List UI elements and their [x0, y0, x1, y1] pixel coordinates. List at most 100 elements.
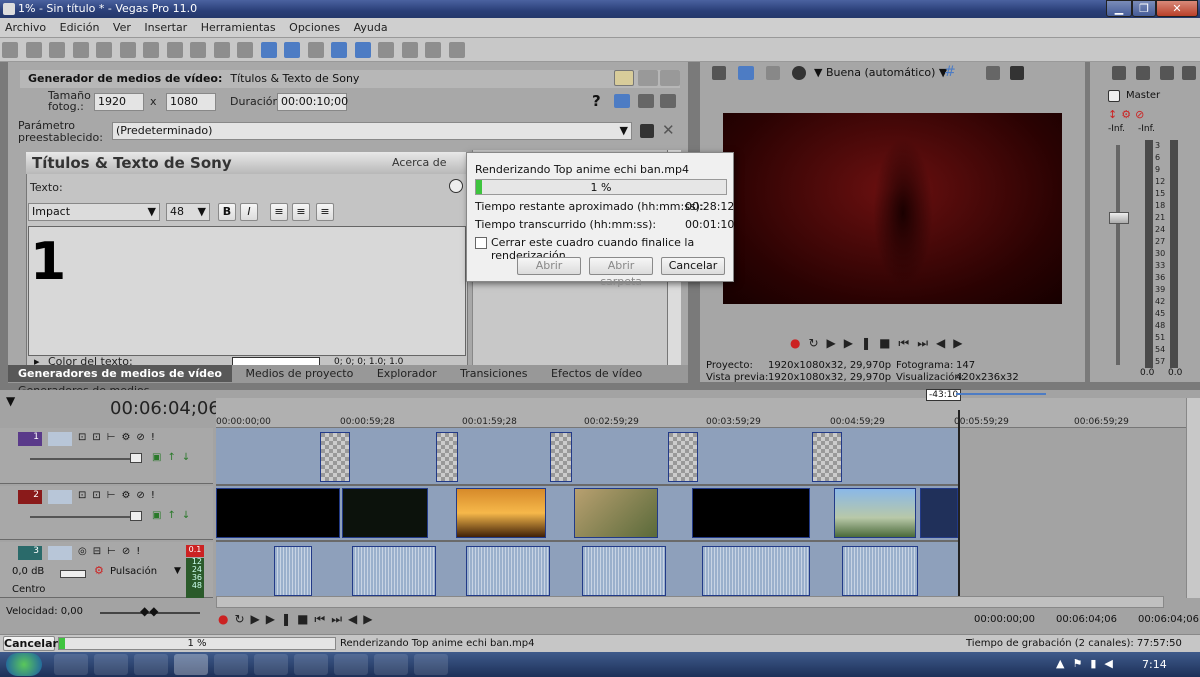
snapping-icon[interactable] [354, 42, 371, 58]
copy-snapshot-icon[interactable] [986, 66, 1000, 80]
selection-start[interactable]: 00:00:00;00 [974, 614, 1035, 625]
video-event-clip[interactable] [692, 488, 810, 538]
taskbar-vegas-icon[interactable] [174, 654, 208, 675]
time-ruler[interactable]: -43:10 00:00:00;00 00:00:59;28 00:01:59;… [216, 389, 1186, 428]
video-event-clip[interactable] [216, 488, 340, 538]
timeline-pause-icon[interactable]: ❚ [281, 612, 297, 626]
track-1-controls[interactable]: ⊡⊡⊢⚙⊘! [78, 432, 161, 443]
overlays-icon[interactable]: # [944, 64, 956, 80]
timeline-start-icon[interactable]: ⏮ [314, 612, 331, 626]
preset-dropdown[interactable]: (Predeterminado) ▼ [112, 122, 632, 140]
track-number-3[interactable]: 3 [18, 546, 42, 560]
go-to-end-icon[interactable]: ⏭ [917, 336, 936, 350]
taskbar-photoshop-icon[interactable] [254, 654, 288, 675]
track-number-1[interactable]: 1 [18, 432, 42, 446]
maximize-button[interactable]: ❐ [1132, 0, 1156, 17]
open-folder-button[interactable]: Abrir carpeta [589, 257, 653, 288]
timeline-play-start-icon[interactable]: ▶ [251, 612, 266, 626]
tab-explorer[interactable]: Explorador [367, 365, 447, 382]
loop-icon[interactable]: ↻ [808, 336, 826, 350]
track-3-controls[interactable]: ◎⊟⊢⊘! [78, 546, 146, 557]
audio-event-clip[interactable] [274, 546, 312, 596]
mixer-menu-icon[interactable] [1182, 66, 1196, 80]
ignore-grouping-icon[interactable] [425, 42, 441, 58]
empty-timeline-region[interactable] [960, 428, 1186, 598]
selection-end[interactable]: 00:06:04;06 [1056, 614, 1117, 625]
close-when-done-checkbox[interactable] [475, 237, 487, 249]
split-screen-icon[interactable] [792, 66, 806, 80]
timeline-play-icon[interactable]: ▶ [266, 612, 281, 626]
timeline-prev-frame-icon[interactable]: ◀ [348, 612, 363, 626]
timeline-loop-icon[interactable]: ↻ [234, 612, 250, 626]
envelope-tool-icon[interactable] [284, 42, 300, 58]
pause-icon[interactable]: ❚ [861, 336, 879, 350]
tab-video-fx[interactable]: Efectos de vídeo [541, 365, 652, 382]
keyframe-icon[interactable] [614, 94, 630, 108]
taskbar-messenger-icon[interactable] [414, 654, 448, 675]
master-fx-icons[interactable]: ↕⚙⊘ [1108, 108, 1148, 121]
menu-herramientas[interactable]: Herramientas [196, 18, 281, 37]
delete-preset-icon[interactable]: ✕ [662, 121, 675, 139]
timeline-menu-icon[interactable]: ▼ [6, 394, 15, 408]
track-1-level-slider[interactable] [30, 458, 140, 460]
whats-this-help-icon[interactable] [448, 42, 465, 58]
align-left-icon[interactable]: ≡ [270, 203, 288, 221]
menu-edicion[interactable]: Edición [55, 18, 105, 37]
video-event-clip[interactable] [574, 488, 658, 538]
align-center-icon[interactable]: ≡ [292, 203, 310, 221]
split-view-icon[interactable] [638, 70, 658, 86]
cancel-render-status-button[interactable]: Cancelar [3, 636, 58, 651]
clock-icon[interactable] [449, 179, 463, 193]
track-1-motion-icons[interactable]: ▣↑↓ [152, 452, 196, 463]
mixer-properties-icon[interactable] [1112, 66, 1126, 80]
taskbar-tool-icon[interactable] [294, 654, 328, 675]
menu-insertar[interactable]: Insertar [139, 18, 192, 37]
timeline-record-icon[interactable]: ● [218, 612, 234, 626]
taskbar-explorer-icon[interactable] [94, 654, 128, 675]
track-name-field-3[interactable] [48, 546, 72, 560]
audio-event-clip[interactable] [702, 546, 810, 596]
video-event-clip[interactable] [920, 488, 958, 538]
audio-pan-chevron-icon[interactable]: ▼ [174, 566, 181, 576]
frame-height-field[interactable]: 1080 [166, 93, 216, 111]
frame-width-field[interactable]: 1920 [94, 93, 144, 111]
preview-properties-icon[interactable] [712, 66, 726, 80]
copy-icon[interactable] [166, 42, 183, 58]
track-2-controls[interactable]: ⊡⊡⊢⚙⊘! [78, 490, 161, 501]
paste-icon[interactable] [190, 42, 206, 58]
cancel-render-button[interactable]: Cancelar [661, 257, 725, 275]
external-monitor-icon[interactable] [738, 66, 754, 80]
timeline-stop-icon[interactable]: ■ [297, 612, 314, 626]
audio-event-clip[interactable] [466, 546, 550, 596]
animate-icon[interactable] [660, 94, 676, 108]
prev-frame-icon[interactable]: ◀ [936, 336, 953, 350]
zoom-tool-icon[interactable] [401, 42, 418, 58]
tab-transitions[interactable]: Transiciones [450, 365, 537, 382]
bold-button[interactable]: B [218, 203, 236, 221]
play-icon[interactable]: ▶ [844, 336, 861, 350]
track-2-motion-icons[interactable]: ▣↑↓ [152, 510, 196, 521]
video-event-clip[interactable] [834, 488, 916, 538]
track-2-level-thumb[interactable] [130, 511, 142, 521]
italic-button[interactable]: I [240, 203, 258, 221]
menu-ver[interactable]: Ver [108, 18, 136, 37]
audio-fx-icon[interactable]: ⚙ [94, 564, 104, 577]
close-button[interactable]: ✕ [1156, 0, 1198, 17]
menu-ayuda[interactable]: Ayuda [349, 18, 393, 37]
align-right-icon[interactable]: ≡ [316, 203, 334, 221]
render-icon[interactable] [96, 42, 112, 58]
text-event-clip[interactable] [436, 432, 458, 482]
audio-volume-slider[interactable] [60, 570, 86, 578]
start-button[interactable] [6, 653, 42, 676]
text-event-clip[interactable] [550, 432, 572, 482]
preview-fx-icon[interactable] [766, 66, 780, 80]
tab-media-generators[interactable]: Generadores de medios de vídeo [8, 365, 232, 382]
master-fader[interactable] [1109, 212, 1129, 224]
grid-view-icon[interactable] [660, 70, 680, 86]
about-link[interactable]: Acerca de [392, 156, 446, 169]
taskbar-media-icon[interactable] [214, 654, 248, 675]
audio-event-clip[interactable] [582, 546, 666, 596]
open-button[interactable]: Abrir [517, 257, 581, 275]
timeline-next-frame-icon[interactable]: ▶ [363, 612, 378, 626]
mixer-dim-icon[interactable] [1160, 66, 1174, 80]
